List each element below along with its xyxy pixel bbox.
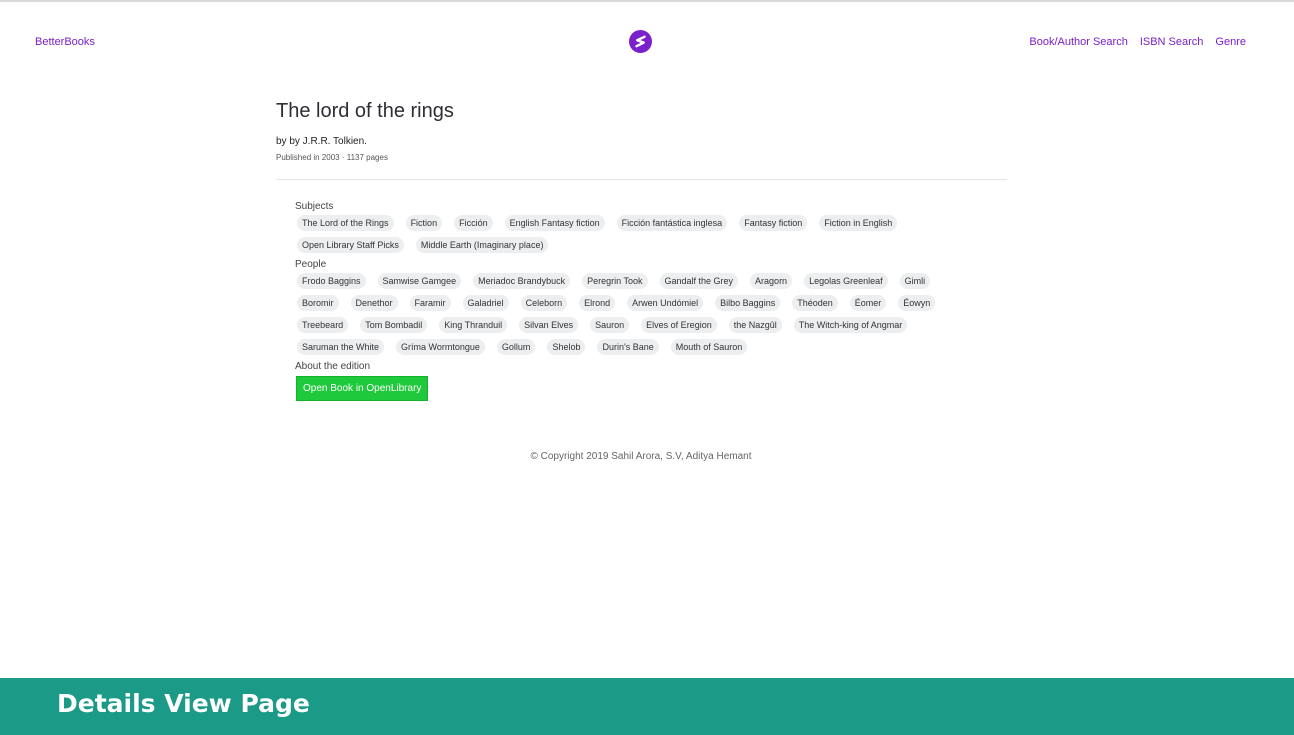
subject-tag: Middle Earth (Imaginary place) [415, 237, 549, 253]
book-meta: Published in 2003 · 1137 pages [276, 153, 388, 162]
divider [276, 179, 1007, 180]
subject-tag: Fantasy fiction [739, 215, 808, 231]
subjects-label: Subjects [295, 201, 334, 212]
person-tag: Durin's Bane [597, 339, 659, 355]
subjects-list: The Lord of the Rings Fiction Ficción Engli… [295, 215, 985, 259]
book-details: The lord of the rings by by J.R.R. Tolki… [276, 96, 1007, 401]
subject-tag: The Lord of the Rings [297, 215, 394, 231]
caption-title: Details View Page [57, 689, 310, 718]
nav-book-author-search[interactable]: Book/Author Search [1029, 36, 1127, 48]
people-label: People [295, 259, 327, 270]
subjects-section: Subjects The Lord of the Rings Fiction Fic… [276, 200, 1007, 259]
nav-isbn-search[interactable]: ISBN Search [1140, 36, 1204, 48]
top-nav: Book/Author Search ISBN Search Genre [1029, 36, 1246, 48]
open-in-openlibrary-button[interactable]: Open Book in OpenLibrary [296, 376, 429, 401]
person-tag: Aragorn [750, 273, 793, 289]
person-tag: Gríma Wormtongue [396, 339, 485, 355]
person-tag: King Thranduil [439, 317, 508, 333]
person-tag: Elrond [579, 295, 616, 311]
person-tag: Shelob [547, 339, 586, 355]
person-tag: Boromir [297, 295, 339, 311]
person-tag: Frodo Baggins [297, 273, 366, 289]
person-tag: Gandalf the Grey [659, 273, 739, 289]
person-tag: Elves of Eregion [641, 317, 717, 333]
person-tag: Saruman the White [297, 339, 385, 355]
nav-genre[interactable]: Genre [1215, 36, 1246, 48]
person-tag: Celeborn [520, 295, 568, 311]
person-tag: Théoden [792, 295, 838, 311]
person-tag: Gimli [899, 273, 931, 289]
person-tag: Meriadoc Brandybuck [473, 273, 571, 289]
person-tag: Legolas Greenleaf [804, 273, 888, 289]
person-tag: Éomer [849, 295, 887, 311]
person-tag: Galadriel [462, 295, 509, 311]
book-title: The lord of the rings [276, 100, 454, 122]
brand-link[interactable]: BetterBooks [35, 36, 95, 48]
person-tag: Silvan Elves [519, 317, 579, 333]
subject-tag: Open Library Staff Picks [297, 237, 404, 253]
top-border [0, 0, 1294, 2]
subject-tag: Ficción [454, 215, 493, 231]
edition-section: About the edition Open Book in OpenLibra… [276, 360, 1007, 401]
person-tag: Denethor [350, 295, 398, 311]
logo-icon[interactable] [629, 30, 652, 53]
person-tag: Tom Bombadil [360, 317, 428, 333]
person-tag: The Witch-king of Angmar [793, 317, 908, 333]
caption-banner: Details View Page [0, 678, 1294, 735]
subject-tag: English Fantasy fiction [504, 215, 605, 231]
person-tag: Mouth of Sauron [670, 339, 748, 355]
subject-tag: Fiction [405, 215, 443, 231]
person-tag: Gollum [496, 339, 536, 355]
copyright-text: © Copyright 2019 Sahil Arora, S.V, Adity… [530, 451, 752, 462]
person-tag: Faramir [409, 295, 451, 311]
person-tag: Treebeard [297, 317, 349, 333]
person-tag: Sauron [590, 317, 630, 333]
person-tag: Bilbo Baggins [715, 295, 781, 311]
person-tag: Samwise Gamgee [377, 273, 462, 289]
person-tag: Arwen Undómiel [627, 295, 704, 311]
subject-tag: Ficción fantástica inglesa [616, 215, 728, 231]
people-section: People Frodo Baggins Samwise Gamgee Meriad… [276, 258, 1007, 361]
book-author: by by J.R.R. Tolkien. [276, 136, 367, 147]
person-tag: the Nazgûl [728, 317, 782, 333]
person-tag: Éowyn [898, 295, 936, 311]
subject-tag: Fiction in English [819, 215, 898, 231]
person-tag: Peregrin Took [582, 273, 648, 289]
people-list: Frodo Baggins Samwise Gamgee Meriadoc Bran… [295, 273, 985, 361]
edition-label: About the edition [295, 361, 371, 372]
